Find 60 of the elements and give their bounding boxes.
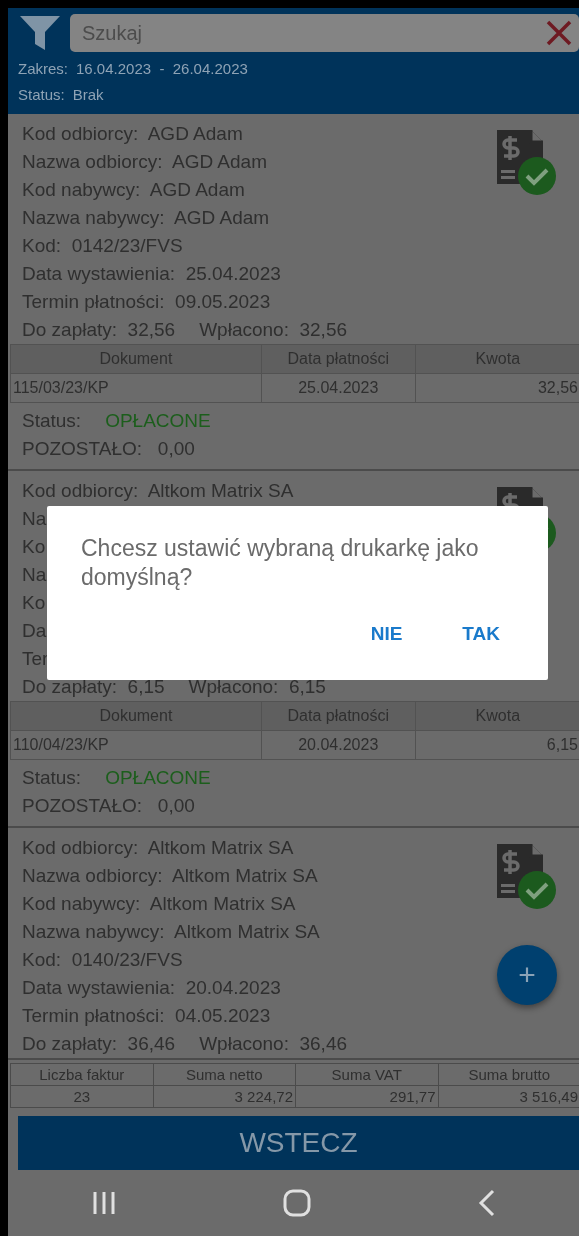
table-cell: 25.04.2023 [261, 373, 416, 403]
status-value: OPŁACONE [105, 766, 211, 790]
invoice-field: Ko [8, 533, 46, 561]
invoice-field: Kod odbiorcy: Altkom Matrix SA [8, 477, 294, 505]
back-icon[interactable] [477, 1189, 496, 1217]
amount-due: Do zapłaty: 32,56 [22, 318, 176, 342]
table-cell: 20.04.2023 [261, 730, 416, 760]
invoice-field: Kod nabywcy: Altkom Matrix SA [8, 890, 296, 918]
column-header: Suma netto [153, 1063, 296, 1086]
range-label: Zakres: [18, 60, 68, 78]
recent-apps-icon[interactable] [91, 1190, 116, 1216]
invoice-field: Termin płatności: 04.05.2023 [8, 1002, 271, 1030]
remaining-amount: POZOSTAŁO: 0,00 [21, 794, 195, 818]
amount-paid: Wpłacono: 6,15 [188, 675, 326, 699]
filter-icon[interactable] [18, 14, 62, 52]
invoice-field: Da [8, 617, 47, 645]
table-cell: 3 224,72 [153, 1085, 296, 1108]
table-cell: 23 [10, 1085, 153, 1108]
invoice-field: Na [8, 561, 47, 589]
table-cell: 110/04/23/KP [10, 730, 262, 760]
search-bar[interactable]: Szukaj [70, 14, 579, 52]
status-label: Status: [18, 86, 65, 104]
invoice-field: Kod nabywcy: AGD Adam [8, 176, 245, 204]
table-cell: 291,77 [295, 1085, 438, 1108]
add-button[interactable]: + [497, 945, 557, 1005]
status-label: Status: [22, 766, 82, 790]
invoice-field: Kod odbiorcy: Altkom Matrix SA [8, 834, 294, 862]
close-icon[interactable] [545, 19, 573, 47]
home-icon[interactable] [282, 1189, 311, 1217]
invoice-field: Ter [8, 645, 49, 673]
invoice-field: Na [8, 505, 47, 533]
dialog-message: Chcesz ustawić wybraną drukarkę jako domyślną? [81, 534, 480, 592]
amount-due: Do zapłaty: 6,15 [22, 675, 165, 699]
invoice-field: Ko [8, 589, 46, 617]
invoice-field: Data wystawienia: 20.04.2023 [8, 974, 281, 1002]
column-header: Liczba faktur [10, 1063, 153, 1086]
amount-paid: Wpłacono: 36,46 [199, 1032, 348, 1056]
invoice-field: Nazwa odbiorcy: Altkom Matrix SA [8, 862, 318, 890]
column-header: Suma VAT [295, 1063, 438, 1086]
invoice-field: Nazwa nabywcy: AGD Adam [8, 204, 270, 232]
date-range: 16.04.2023 - 26.04.2023 [76, 60, 248, 78]
invoice-field: Kod: 0140/23/FVS [8, 946, 183, 974]
back-button[interactable]: WSTECZ [18, 1116, 579, 1170]
invoice-field: Termin płatności: 09.05.2023 [8, 288, 271, 316]
invoice-field: Nazwa odbiorcy: AGD Adam [8, 148, 267, 176]
amount-paid: Wpłacono: 32,56 [199, 318, 348, 342]
status-value: OPŁACONE [105, 409, 211, 433]
invoice-field: Kod: 0142/23/FVS [8, 232, 183, 260]
invoice-field: Data wystawienia: 25.04.2023 [8, 260, 281, 288]
remaining-amount: POZOSTAŁO: 0,00 [21, 437, 195, 461]
column-header: Suma brutto [438, 1063, 579, 1086]
invoice-field: Kod odbiorcy: AGD Adam [8, 120, 243, 148]
table-cell: 115/03/23/KP [10, 373, 262, 403]
dialog-button[interactable]: NIE [364, 616, 409, 653]
dialog-button[interactable]: TAK [456, 616, 506, 653]
invoice-field: Nazwa nabywcy: Altkom Matrix SA [8, 918, 320, 946]
status-label: Status: [22, 409, 82, 433]
amount-due: Do zapłaty: 36,46 [22, 1032, 176, 1056]
search-input[interactable]: Szukaj [80, 17, 545, 49]
status-value: Brak [72, 86, 104, 104]
